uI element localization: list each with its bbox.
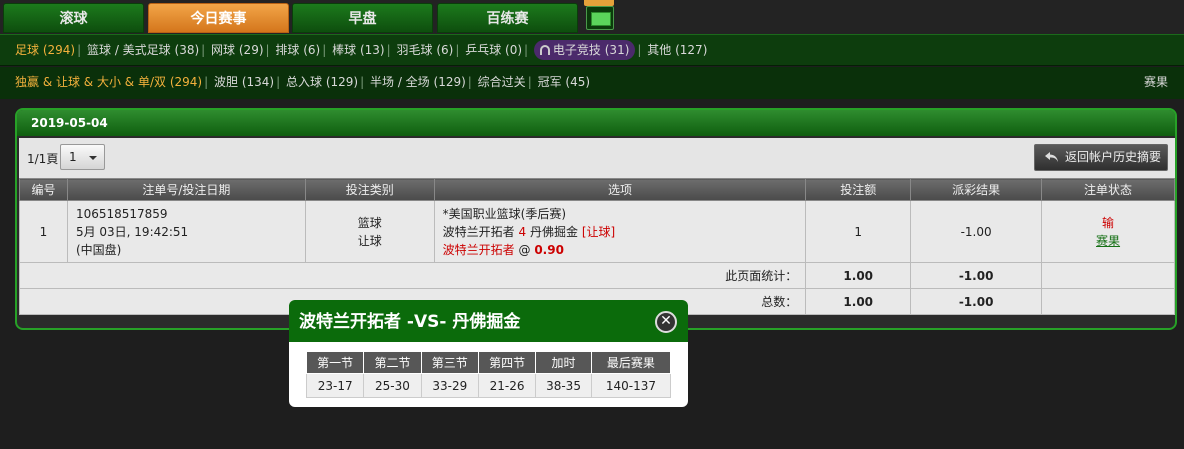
league-name: *美国职业篮球(季后赛): [442, 206, 567, 221]
market-type: (中国盘): [75, 242, 122, 257]
cell-status: 输 赛果: [1041, 200, 1175, 263]
page-stats-row: 此页面统计： 1.00 -1.00: [18, 262, 1175, 289]
bet-type-nav: 独赢 & 让球 & 大小 & 单/双 (294) | 波胆 (134) | 总入球 …: [0, 67, 1184, 99]
pager-row: 1/1頁 1 返回帐户历史摘要: [19, 138, 1175, 178]
sport-item-basketball[interactable]: 篮球 / 美式足球 (38): [87, 43, 199, 57]
bet-date: 5月 03日, 19:42:51: [75, 224, 189, 239]
cell-result: -1.00: [910, 200, 1043, 263]
tab-practice[interactable]: 百练赛: [437, 3, 578, 33]
bet-type-total-goals[interactable]: 总入球 (129): [286, 75, 358, 89]
sport-item-tennis[interactable]: 网球 (29): [211, 43, 263, 57]
sport-item-esports[interactable]: 电子竞技 (31): [533, 40, 636, 60]
top-tab-bar: 滚球 今日赛事 早盘 百练赛: [0, 0, 1184, 34]
cell-no: 1: [19, 200, 68, 263]
status-badge: 输: [1102, 215, 1115, 230]
sport-item-badminton[interactable]: 羽毛球 (6): [396, 43, 453, 57]
matchup: 波特兰开拓者 4 丹佛掘金 [让球]: [442, 224, 616, 239]
cell-ticket: 106518517859 5月 03日, 19:42:51 (中国盘): [66, 200, 306, 263]
sport-nav: 足球 (294) | 篮球 / 美式足球 (38) | 网球 (29) | 排球 (6…: [0, 34, 1184, 66]
sport-item-baseball[interactable]: 棒球 (13): [332, 43, 384, 57]
page-stats-stake: 1.00: [805, 262, 912, 289]
total-stake: 1.00: [805, 288, 912, 315]
col-header-no: 编号: [19, 178, 68, 201]
sport-item-other[interactable]: 其他 (127): [647, 43, 707, 57]
tab-today[interactable]: 今日赛事: [148, 3, 289, 33]
close-icon[interactable]: ✕: [655, 311, 677, 333]
back-arrow-icon: [1045, 152, 1058, 162]
total-result: -1.00: [910, 288, 1043, 315]
bet-type-main[interactable]: 独赢 & 让球 & 大小 & 单/双 (294): [15, 75, 202, 89]
modal-title: 波特兰开拓者 -VS- 丹佛掘金: [289, 300, 688, 342]
sport-item-football[interactable]: 足球 (294): [15, 43, 75, 57]
match-result-modal: 波特兰开拓者 -VS- 丹佛掘金 ✕ 第一节 第二节 第三节 第四节 加时 最后…: [289, 300, 688, 407]
col-header-stake: 投注额: [805, 178, 912, 201]
score-header-row: 第一节 第二节 第三节 第四节 加时 最后赛果: [305, 351, 672, 374]
bets-table: 编号 注单号/投注日期 投注类别 选项 投注额 派彩结果 注单状态 1 1065…: [18, 178, 1175, 315]
col-header-type: 投注类别: [304, 178, 435, 201]
bet-type-parlay[interactable]: 综合过关: [478, 75, 526, 89]
ticket-number: 106518517859: [75, 206, 168, 221]
panel-date: 2019-05-04: [17, 110, 1175, 136]
score-table: 第一节 第二节 第三节 第四节 加时 最后赛果 23-17 25-30 33-2…: [305, 351, 672, 398]
match-result-link[interactable]: 赛果: [1042, 232, 1174, 250]
page-select[interactable]: 1: [60, 144, 105, 170]
pick: 波特兰开拓者 @ 0.90: [442, 242, 564, 257]
score-row: 23-17 25-30 33-29 21-26 38-35 140-137: [305, 373, 672, 398]
back-to-history-button[interactable]: 返回帐户历史摘要: [1034, 144, 1168, 171]
sport-item-volleyball[interactable]: 排球 (6): [275, 43, 320, 57]
cell-selection: *美国职业篮球(季后赛) 波特兰开拓者 4 丹佛掘金 [让球] 波特兰开拓者 @…: [433, 200, 807, 263]
col-header-ticket: 注单号/投注日期: [66, 178, 306, 201]
page-stats-result: -1.00: [910, 262, 1043, 289]
tab-early[interactable]: 早盘: [292, 3, 433, 33]
bet-type-half-full[interactable]: 半场 / 全场 (129): [370, 75, 466, 89]
page-stats-label: 此页面统计：: [18, 262, 807, 289]
headset-icon: [539, 45, 550, 55]
col-header-result: 派彩结果: [910, 178, 1043, 201]
chevron-down-icon: [89, 156, 97, 160]
col-header-status: 注单状态: [1041, 178, 1175, 201]
cell-type: 篮球 让球: [304, 200, 435, 263]
tab-live[interactable]: 滚球: [3, 3, 144, 33]
cell-stake: 1: [805, 200, 912, 263]
page-label: 1/1頁: [27, 152, 59, 166]
col-header-selection: 选项: [433, 178, 807, 201]
table-header-row: 编号 注单号/投注日期 投注类别 选项 投注额 派彩结果 注单状态: [19, 178, 1175, 201]
table-row: 1 106518517859 5月 03日, 19:42:51 (中国盘) 篮球…: [19, 200, 1175, 263]
tv-icon[interactable]: [586, 6, 614, 30]
sport-item-tabletennis[interactable]: 乒乓球 (0): [465, 43, 522, 57]
bet-type-outright[interactable]: 冠军 (45): [538, 75, 590, 89]
bet-history-panel: 2019-05-04 1/1頁 1 返回帐户历史摘要 编号 注单号/投注日期 投…: [15, 108, 1177, 330]
bet-type-correct-score[interactable]: 波胆 (134): [214, 75, 274, 89]
results-link[interactable]: 赛果: [1144, 67, 1168, 98]
